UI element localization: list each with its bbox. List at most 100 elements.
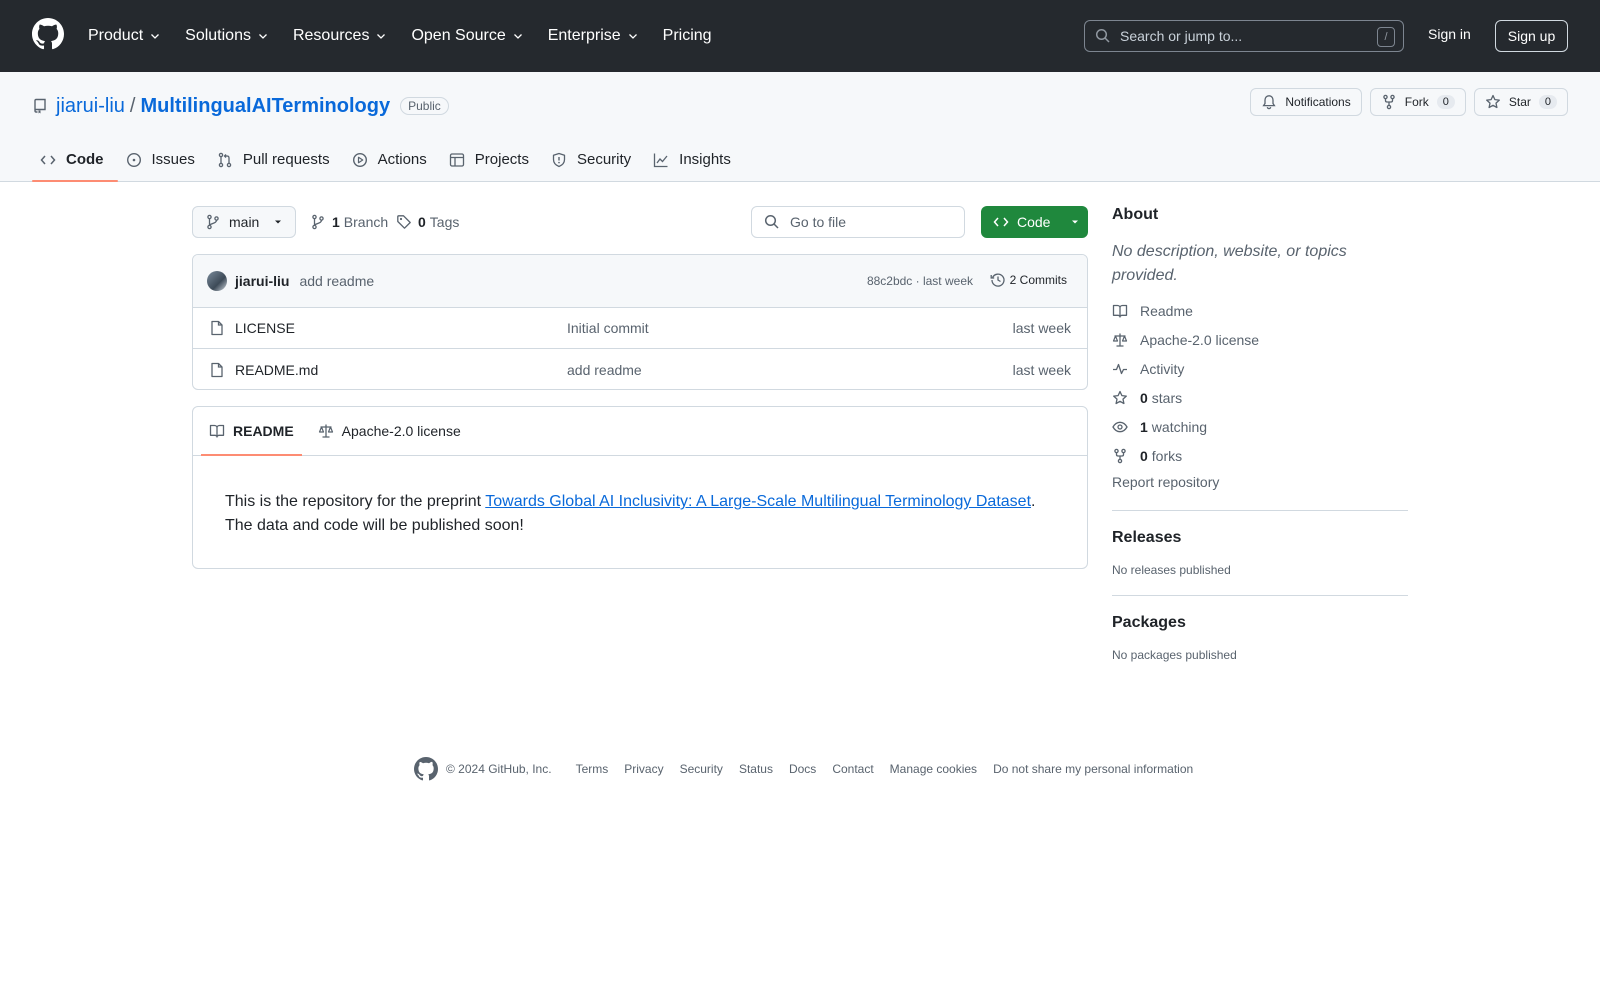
pulse-icon <box>1113 363 1127 374</box>
tab-code[interactable]: Code <box>32 137 118 182</box>
footer-link-terms[interactable]: Terms <box>576 762 609 776</box>
nav-product[interactable]: Product <box>76 22 173 50</box>
bell-icon <box>1262 95 1276 110</box>
sidebar-divider <box>1112 595 1408 596</box>
notifications-label: Notifications <box>1285 95 1351 109</box>
file-icon <box>211 320 223 336</box>
law-icon <box>1112 333 1128 347</box>
repo-title: jiarui-liu / MultilingualAITerminology P… <box>32 90 449 122</box>
fork-button[interactable]: Fork 0 <box>1369 88 1466 116</box>
footer-copyright: © 2024 GitHub, Inc. <box>446 762 552 776</box>
packages-empty-text: No packages published <box>1112 648 1237 662</box>
tag-icon <box>397 215 411 229</box>
search-shortcut-key: / <box>1377 27 1395 47</box>
chevron-down-icon <box>377 34 386 39</box>
file-row[interactable]: README.md add readme last week <box>193 349 1087 389</box>
footer-link-privacy[interactable]: Privacy <box>624 762 663 776</box>
stars-count: 0 <box>1140 389 1148 406</box>
tag-count-label: Tags <box>429 214 460 230</box>
file-name-link[interactable]: README.md <box>235 362 318 378</box>
github-logo-icon[interactable] <box>32 18 64 50</box>
chevron-down-icon <box>628 34 637 39</box>
sign-up-button[interactable]: Sign up <box>1495 20 1568 52</box>
repo-name-link[interactable]: MultilingualAITerminology <box>140 95 390 118</box>
tab-issues[interactable]: Issues <box>118 137 209 182</box>
footer-link-docs[interactable]: Docs <box>789 762 816 776</box>
readme-content: This is the repository for the preprint … <box>193 456 1087 572</box>
releases-heading[interactable]: Releases <box>1112 529 1408 547</box>
packages-heading[interactable]: Packages <box>1112 614 1408 632</box>
tab-security[interactable]: Security <box>543 137 645 182</box>
repo-owner-link[interactable]: jiarui-liu <box>56 95 125 118</box>
search-icon <box>1095 28 1110 43</box>
branches-link[interactable]: 1 Branch <box>310 214 388 230</box>
report-repository-link[interactable]: Report repository <box>1112 474 1408 490</box>
tab-actions[interactable]: Actions <box>344 137 441 182</box>
fork-icon <box>1382 94 1395 110</box>
tab-insights[interactable]: Insights <box>645 137 745 182</box>
github-logo-icon[interactable] <box>414 757 438 781</box>
history-icon <box>990 273 1005 287</box>
sidebar-item-forks[interactable]: 0 forks <box>1112 441 1408 470</box>
footer-link-do-not-share[interactable]: Do not share my personal information <box>993 762 1193 776</box>
sign-in-link[interactable]: Sign in <box>1428 26 1471 42</box>
sidebar-item-label: Activity <box>1140 360 1185 377</box>
branch-name: main <box>229 214 260 230</box>
go-to-file-input[interactable]: Go to file <box>751 206 965 238</box>
nav-solutions[interactable]: Solutions <box>173 22 281 50</box>
about-links: Readme Apache-2.0 license Activity 0 sta… <box>1112 296 1408 470</box>
tags-link[interactable]: 0 Tags <box>396 214 459 230</box>
pull-request-icon <box>218 152 232 167</box>
tab-security-label: Security <box>576 151 632 168</box>
git-branch-icon <box>312 214 324 230</box>
tab-license-label: Apache-2.0 license <box>341 423 461 439</box>
sidebar-item-stars[interactable]: 0 stars <box>1112 383 1408 412</box>
about-description: No description, website, or topics provi… <box>1112 243 1347 284</box>
sidebar-item-license[interactable]: Apache-2.0 license <box>1112 325 1408 354</box>
nav-pricing[interactable]: Pricing <box>651 22 724 50</box>
caret-down-icon <box>275 220 282 224</box>
tab-license[interactable]: Apache-2.0 license <box>310 407 469 455</box>
footer-link-manage-cookies[interactable]: Manage cookies <box>890 762 977 776</box>
repo-path-separator: / <box>129 94 136 117</box>
tab-readme[interactable]: README <box>201 407 302 456</box>
nav-enterprise[interactable]: Enterprise <box>536 22 651 50</box>
commits-history-link[interactable]: 2 Commits <box>990 272 1067 288</box>
tab-pull-requests[interactable]: Pull requests <box>209 137 344 182</box>
sidebar-item-label: forks <box>1151 447 1183 464</box>
footer-link-security[interactable]: Security <box>680 762 723 776</box>
fork-count: 0 <box>1436 95 1455 109</box>
branch-select-button[interactable]: main <box>192 206 296 238</box>
file-row[interactable]: LICENSE Initial commit last week <box>193 308 1087 349</box>
code-dropdown-button[interactable]: Code <box>981 206 1088 238</box>
sidebar-item-activity[interactable]: Activity <box>1112 354 1408 383</box>
commit-hash-and-time[interactable]: 88c2bdc · last week <box>867 274 973 288</box>
footer-link-status[interactable]: Status <box>739 762 773 776</box>
global-search-input[interactable]: Search or jump to... / <box>1084 20 1404 52</box>
sidebar-divider <box>1112 510 1408 511</box>
file-name-link[interactable]: LICENSE <box>235 320 295 336</box>
sidebar-item-readme[interactable]: Readme <box>1112 296 1408 325</box>
nav-open-source-label: Open Source <box>411 27 506 44</box>
star-icon <box>1113 390 1127 404</box>
avatar[interactable] <box>207 271 227 291</box>
issue-icon <box>126 152 141 167</box>
tab-projects[interactable]: Projects <box>441 137 543 182</box>
footer-link-contact[interactable]: Contact <box>832 762 873 776</box>
file-list: jiarui-liu add readme 88c2bdc · last wee… <box>192 254 1088 390</box>
commit-message-link[interactable]: add readme <box>299 273 374 289</box>
file-commit-message[interactable]: Initial commit <box>567 320 649 336</box>
star-count: 0 <box>1538 95 1557 109</box>
code-icon <box>40 155 56 164</box>
file-commit-message[interactable]: add readme <box>567 362 642 378</box>
nav-open-source[interactable]: Open Source <box>399 22 535 50</box>
preprint-link[interactable]: Towards Global AI Inclusivity: A Large-S… <box>485 493 1031 510</box>
star-button[interactable]: Star 0 <box>1473 88 1568 116</box>
notifications-button[interactable]: Notifications <box>1250 88 1362 116</box>
commit-author-link[interactable]: jiarui-liu <box>235 273 289 289</box>
nav-product-label: Product <box>88 27 144 44</box>
nav-resources-label: Resources <box>292 27 370 44</box>
nav-resources[interactable]: Resources <box>281 22 399 50</box>
sidebar-item-watching[interactable]: 1 watching <box>1112 412 1408 441</box>
search-placeholder: Search or jump to... <box>1120 28 1243 44</box>
